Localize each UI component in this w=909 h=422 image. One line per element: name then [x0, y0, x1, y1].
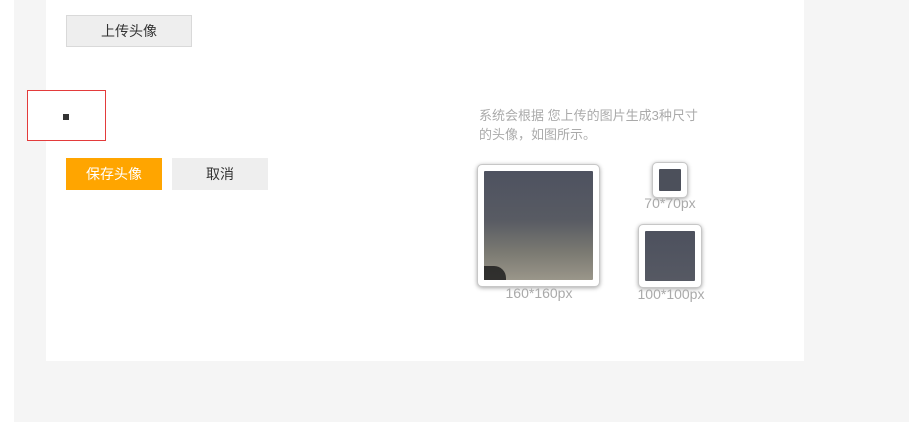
- preview-100-label: 100*100px: [637, 286, 705, 302]
- avatar-preview-image-160: [484, 171, 593, 280]
- preview-70: [652, 162, 688, 198]
- cancel-button[interactable]: 取消: [172, 158, 268, 190]
- crop-handle[interactable]: [63, 114, 69, 120]
- tree-silhouette: [484, 266, 506, 280]
- avatar-preview-image-100: [645, 231, 695, 281]
- crop-area[interactable]: [27, 90, 106, 141]
- preview-160: [477, 164, 600, 287]
- upload-avatar-button[interactable]: 上传头像: [66, 15, 192, 47]
- preview-160-label: 160*160px: [505, 285, 573, 301]
- preview-70-label: 70*70px: [644, 195, 696, 211]
- preview-100: [638, 224, 702, 288]
- avatar-preview-image-70: [659, 169, 681, 191]
- save-avatar-button[interactable]: 保存头像: [66, 158, 162, 190]
- preview-hint-text: 系统会根据 您上传的图片生成3种尺寸的头像，如图所示。: [479, 108, 698, 142]
